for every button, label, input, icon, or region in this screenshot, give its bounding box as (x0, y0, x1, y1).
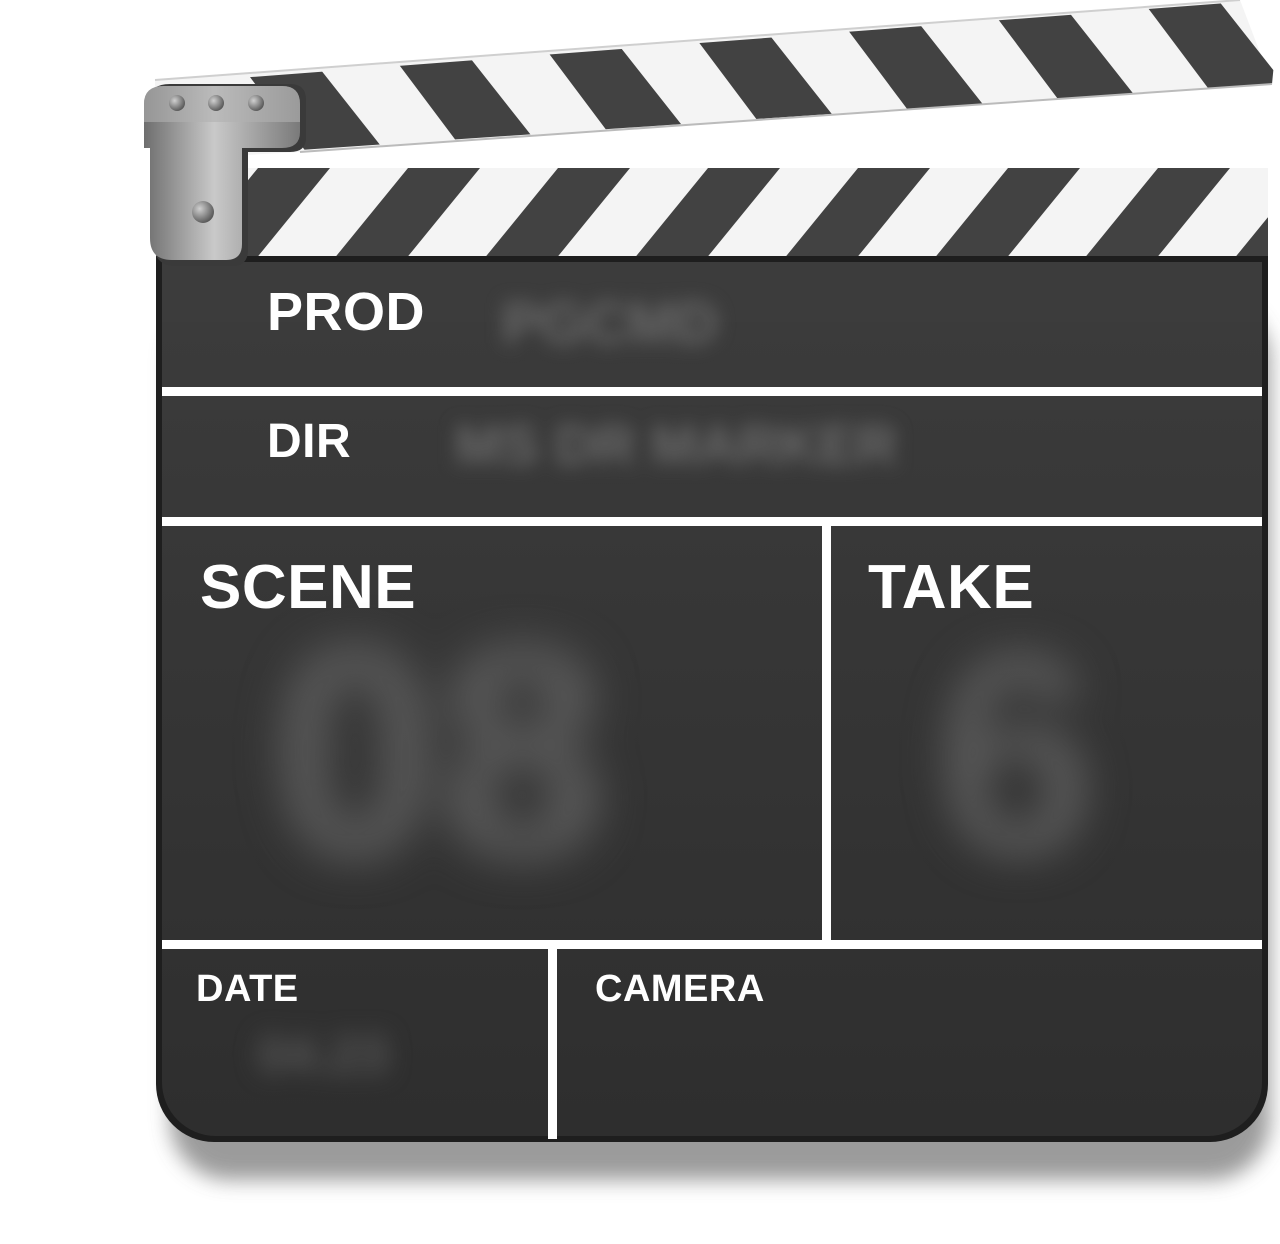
prod-value: PGCMD (502, 291, 718, 356)
scene-value: 08 (272, 583, 606, 919)
top-clapper-stick (154, 0, 1280, 164)
bolt-icon (192, 201, 214, 223)
dir-value: MS DR MARKER (455, 413, 897, 476)
prod-label: PROD (267, 282, 426, 342)
bottom-clapper-stick (238, 168, 1268, 260)
date-label: DATE (196, 968, 299, 1010)
bolt-icon (248, 95, 264, 111)
dir-label: DIR (267, 415, 352, 468)
camera-label: CAMERA (595, 968, 765, 1010)
date-value: 04.23 (258, 1026, 389, 1084)
bolt-icon (208, 95, 224, 111)
take-value: 6 (935, 592, 1097, 916)
bolt-icon (169, 95, 185, 111)
